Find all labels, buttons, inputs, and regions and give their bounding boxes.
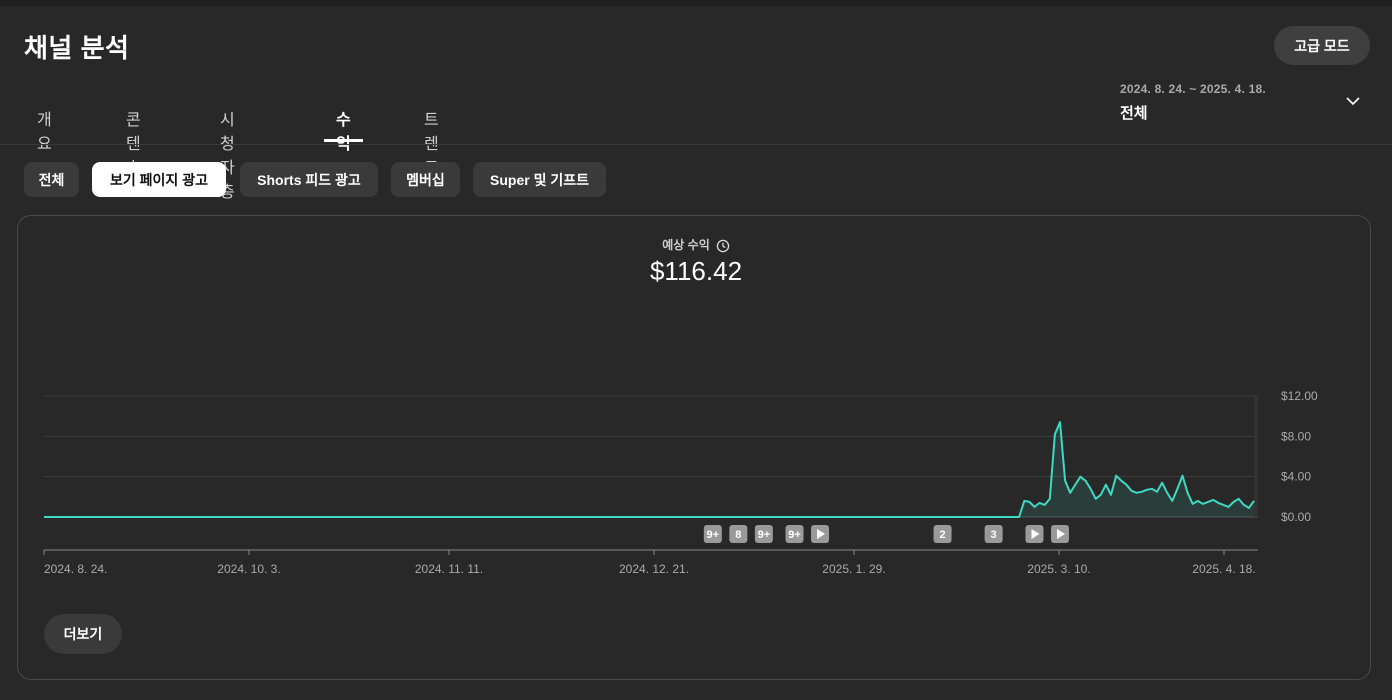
chevron-down-icon <box>1346 97 1360 106</box>
video-count-marker[interactable]: 3 <box>984 525 1003 543</box>
marker-count: 9+ <box>788 529 801 541</box>
tab-content[interactable]: 콘텐츠 <box>126 96 141 177</box>
video-count-marker[interactable]: 8 <box>729 525 748 543</box>
marker-count: 3 <box>991 529 997 541</box>
marker-count: 2 <box>940 529 946 541</box>
tab-audience[interactable]: 시청자층 <box>220 96 235 201</box>
metric-label: 예상 수익 <box>662 238 710 252</box>
x-tick-label: 2024. 8. 24. <box>44 562 107 576</box>
more-button[interactable]: 더보기 <box>44 614 122 654</box>
video-count-marker[interactable]: 2 <box>933 525 952 543</box>
tab-overview[interactable]: 개요 <box>37 96 52 153</box>
x-tick-label: 2024. 12. 21. <box>619 562 689 576</box>
video-count-marker[interactable]: 9+ <box>754 525 773 543</box>
date-range-selector[interactable]: 2024. 8. 24. ~ 2025. 4. 18. 전체 <box>1120 82 1370 132</box>
marker-count: 9+ <box>707 529 720 541</box>
tab-trends[interactable]: 트렌드 <box>424 96 439 177</box>
video-marker[interactable] <box>811 525 830 543</box>
marker-count: 9+ <box>758 529 771 541</box>
video-count-marker[interactable]: 9+ <box>785 525 804 543</box>
date-range-period: 전체 <box>1120 105 1148 122</box>
chart-right-edge <box>1254 396 1258 517</box>
x-tick-label: 2025. 3. 10. <box>1027 562 1090 576</box>
clock-icon[interactable] <box>716 239 730 253</box>
x-tick-label: 2025. 4. 18. <box>1192 562 1255 576</box>
top-bar <box>0 0 1392 6</box>
x-tick-label: 2025. 1. 29. <box>822 562 885 576</box>
video-marker[interactable] <box>1050 525 1069 543</box>
chip-memberships[interactable]: 멤버십 <box>391 162 460 197</box>
chip-super-gifts[interactable]: Super 및 기프트 <box>473 162 606 197</box>
chip-shorts-feed-ads[interactable]: Shorts 피드 광고 <box>240 162 378 197</box>
page-title: 채널 분석 <box>24 33 130 63</box>
y-tick-label: $0.00 <box>1281 510 1311 524</box>
chip-watch-page-ads[interactable]: 보기 페이지 광고 <box>92 162 226 197</box>
y-tick-label: $12.00 <box>1281 389 1318 403</box>
revenue-chart: $12.00 $8.00 $4.00 $0.00 2024. 8. 24. 2024. 1… <box>43 389 1318 576</box>
tab-revenue[interactable]: 수익 <box>324 96 363 153</box>
y-tick-label: $8.00 <box>1281 429 1311 443</box>
metric-value: $116.42 <box>649 256 743 286</box>
date-range-text: 2024. 8. 24. ~ 2025. 4. 18. <box>1120 82 1266 96</box>
x-tick-label: 2024. 10. 3. <box>217 562 280 576</box>
header-divider <box>0 144 1392 145</box>
advanced-mode-button[interactable]: 고급 모드 <box>1274 26 1370 65</box>
x-tick-label: 2024. 11. 11. <box>415 562 483 576</box>
video-count-marker[interactable]: 9+ <box>703 525 722 543</box>
metric-label-row: 예상 수익 <box>0 236 1392 253</box>
y-tick-label: $4.00 <box>1281 470 1311 484</box>
marker-count: 8 <box>735 529 741 541</box>
video-marker[interactable] <box>1025 525 1044 543</box>
chip-all[interactable]: 전체 <box>24 162 79 197</box>
